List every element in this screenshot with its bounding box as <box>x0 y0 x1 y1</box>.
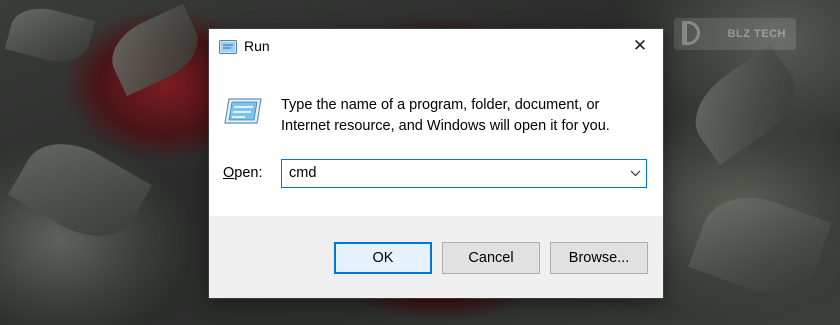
leaf-decoration <box>101 3 209 97</box>
open-label: Open: <box>223 165 263 181</box>
description-line: Type the name of a program, folder, docu… <box>281 97 600 113</box>
leaf-decoration <box>8 125 152 255</box>
run-dialog: Run ✕ Type the name of a program, folder… <box>209 29 663 298</box>
watermark-logo: BLZ TECH <box>674 18 796 50</box>
cancel-button[interactable]: Cancel <box>442 242 540 274</box>
desktop-wallpaper: BLZ TECH Run ✕ Type the name of a progra… <box>0 0 840 325</box>
chevron-down-icon <box>630 170 640 177</box>
title-bar[interactable]: Run ✕ <box>209 29 663 65</box>
dropdown-button[interactable] <box>624 160 646 187</box>
open-input[interactable] <box>289 160 619 187</box>
leaf-decoration <box>679 44 811 166</box>
button-bar: OK Cancel Browse... <box>209 216 663 298</box>
watermark-logo-mark <box>682 21 700 45</box>
ok-button[interactable]: OK <box>334 242 432 274</box>
leaf-decoration <box>4 0 96 70</box>
close-button[interactable]: ✕ <box>617 29 663 63</box>
watermark-text: BLZ TECH <box>727 28 786 40</box>
leaf-decoration <box>688 182 832 308</box>
run-icon <box>224 98 262 124</box>
browse-button[interactable]: Browse... <box>550 242 648 274</box>
dialog-title: Run <box>244 38 270 54</box>
close-icon: ✕ <box>632 36 648 55</box>
run-icon <box>219 40 237 54</box>
description-line: Internet resource, and Windows will open… <box>281 118 610 134</box>
dialog-description: Type the name of a program, folder, docu… <box>281 95 651 137</box>
open-combobox[interactable] <box>281 159 647 188</box>
